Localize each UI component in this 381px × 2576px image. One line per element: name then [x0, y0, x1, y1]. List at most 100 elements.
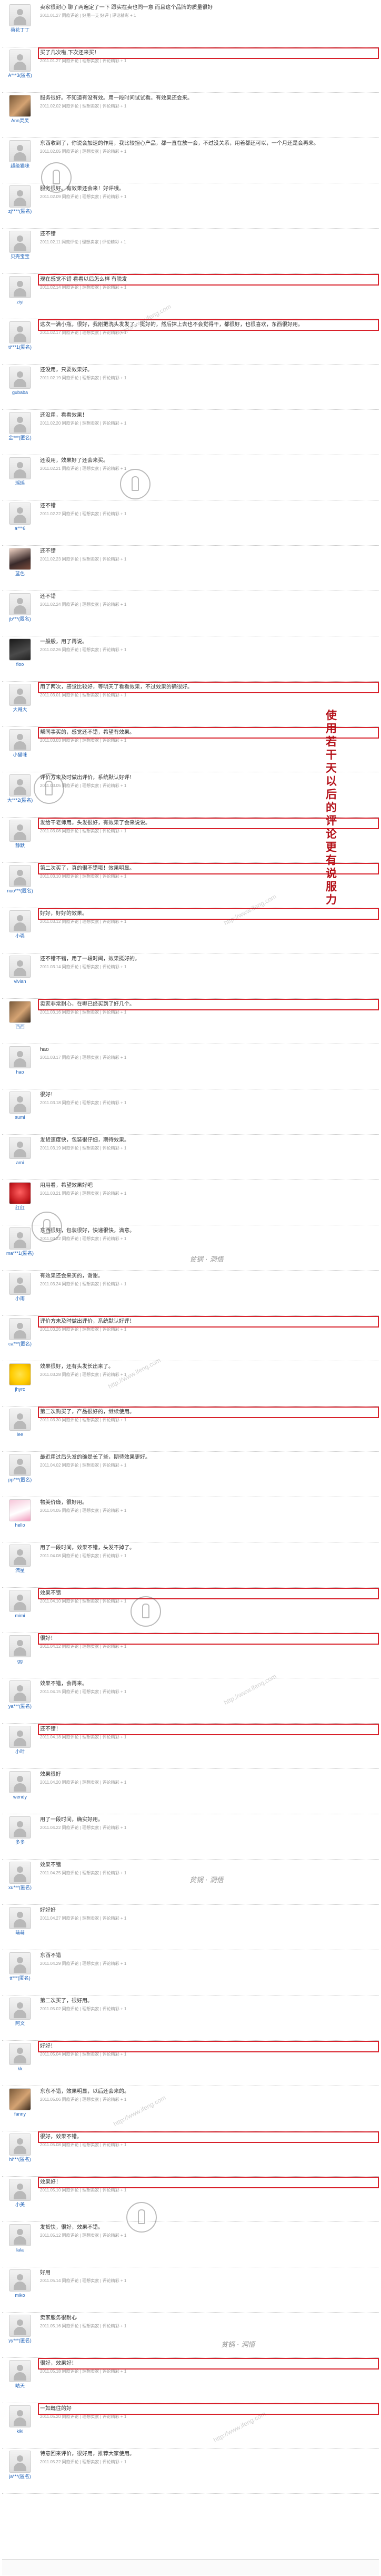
reviewer-name[interactable]: 静默 [3, 843, 37, 849]
avatar[interactable] [9, 1907, 31, 1929]
avatar[interactable] [9, 457, 31, 479]
reviewer-name[interactable]: hello [3, 1522, 37, 1528]
reviewer-name[interactable]: Ann灵灵 [3, 118, 37, 124]
reviewer-name[interactable]: lee [3, 1432, 37, 1438]
reviewer-name[interactable]: 小雨 [3, 1296, 37, 1302]
avatar[interactable] [9, 2043, 31, 2065]
reviewer-name[interactable]: A***3(匿名) [3, 73, 37, 78]
reviewer-name[interactable]: 晴天 [3, 2383, 37, 2389]
avatar[interactable] [9, 2179, 31, 2201]
avatar[interactable] [9, 2451, 31, 2473]
avatar[interactable] [9, 1137, 31, 1159]
avatar[interactable] [9, 1454, 31, 1476]
reviewer-name[interactable]: hao [3, 1069, 37, 1075]
reviewer-name[interactable]: ti***1(匿名) [3, 345, 37, 350]
avatar[interactable] [9, 231, 31, 253]
avatar[interactable] [9, 820, 31, 842]
reviewer-name[interactable]: 金***(匿名) [3, 435, 37, 441]
reviewer-name[interactable]: lala [3, 2247, 37, 2253]
avatar[interactable] [9, 2088, 31, 2110]
reviewer-name[interactable]: kk [3, 2066, 37, 2072]
avatar[interactable] [9, 774, 31, 797]
reviewer-name[interactable]: pp***(匿名) [3, 1477, 37, 1483]
avatar[interactable] [9, 1182, 31, 1204]
avatar[interactable] [9, 1273, 31, 1295]
reviewer-name[interactable]: 贝壳宝宝 [3, 254, 37, 260]
reviewer-name[interactable]: 流星 [3, 1568, 37, 1574]
avatar[interactable] [9, 1635, 31, 1657]
reviewer-name[interactable]: 西西 [3, 1024, 37, 1030]
avatar[interactable] [9, 2315, 31, 2337]
reviewer-name[interactable]: 小强 [3, 933, 37, 939]
reviewer-name[interactable]: zj****(匿名) [3, 209, 37, 214]
reviewer-name[interactable]: kiki [3, 2428, 37, 2434]
reviewer-name[interactable]: hi***(匿名) [3, 2157, 37, 2162]
avatar[interactable] [9, 503, 31, 525]
reviewer-name[interactable]: ziyi [3, 299, 37, 305]
avatar[interactable] [9, 2133, 31, 2156]
reviewer-name[interactable]: a***6 [3, 526, 37, 532]
avatar[interactable] [9, 2224, 31, 2246]
reviewer-name[interactable]: 荷花丁丁 [3, 27, 37, 33]
avatar[interactable] [9, 548, 31, 570]
reviewer-name[interactable]: fanny [3, 2111, 37, 2117]
reviewer-name[interactable]: jhyrc [3, 1387, 37, 1392]
avatar[interactable] [9, 2405, 31, 2427]
reviewer-name[interactable]: jb***(匿名) [3, 616, 37, 622]
avatar[interactable] [9, 1862, 31, 1884]
avatar[interactable] [9, 729, 31, 751]
reviewer-name[interactable]: xu***(匿名) [3, 1885, 37, 1891]
reviewer-name[interactable]: wendy [3, 1794, 37, 1800]
avatar[interactable] [9, 1046, 31, 1068]
reviewer-name[interactable]: ami [3, 1160, 37, 1166]
reviewer-name[interactable]: ya***(匿名) [3, 1704, 37, 1709]
reviewer-name[interactable]: floo [3, 662, 37, 667]
avatar[interactable] [9, 1771, 31, 1793]
avatar[interactable] [9, 95, 31, 117]
avatar[interactable] [9, 593, 31, 615]
avatar[interactable] [9, 276, 31, 298]
reviewer-name[interactable]: 大***2(匿名) [3, 798, 37, 803]
reviewer-name[interactable]: yy***(匿名) [3, 2338, 37, 2344]
reviewer-name[interactable]: ca***(匿名) [3, 1341, 37, 1347]
reviewer-name[interactable]: 红红 [3, 1205, 37, 1211]
reviewer-name[interactable]: 小美 [3, 2202, 37, 2208]
reviewer-name[interactable]: 萌萌 [3, 1930, 37, 1936]
reviewer-name[interactable]: 多多 [3, 1840, 37, 1845]
reviewer-name[interactable]: 小叶 [3, 1749, 37, 1755]
avatar[interactable] [9, 1409, 31, 1431]
avatar[interactable] [9, 1092, 31, 1114]
reviewer-name[interactable]: mimi [3, 1613, 37, 1619]
avatar[interactable] [9, 1545, 31, 1567]
reviewer-name[interactable]: miko [3, 2293, 37, 2298]
reviewer-name[interactable]: sumi [3, 1115, 37, 1120]
reviewer-name[interactable]: ja***(匿名) [3, 2474, 37, 2480]
avatar[interactable] [9, 367, 31, 389]
avatar[interactable] [9, 1318, 31, 1340]
avatar[interactable] [9, 1590, 31, 1612]
avatar[interactable] [9, 412, 31, 434]
reviewer-name[interactable]: 瑶瑶 [3, 480, 37, 486]
avatar[interactable] [9, 1001, 31, 1023]
avatar[interactable] [9, 50, 31, 72]
avatar[interactable] [9, 956, 31, 978]
avatar[interactable] [9, 2360, 31, 2382]
avatar[interactable] [9, 140, 31, 162]
avatar[interactable] [9, 4, 31, 26]
reviewer-name[interactable]: tt***(匿名) [3, 1975, 37, 1981]
avatar[interactable] [9, 1816, 31, 1838]
reviewer-name[interactable]: gg [3, 1658, 37, 1664]
reviewer-name[interactable]: 阿文 [3, 2021, 37, 2027]
reviewer-name[interactable]: gubaba [3, 390, 37, 396]
avatar[interactable] [9, 2269, 31, 2292]
reviewer-name[interactable]: 超级猫咪 [3, 163, 37, 169]
reviewer-name[interactable]: 蓝色 [3, 571, 37, 577]
avatar[interactable] [9, 185, 31, 208]
reviewer-name[interactable]: 小猫咪 [3, 752, 37, 758]
avatar[interactable] [9, 1726, 31, 1748]
reviewer-name[interactable]: ma***1(匿名) [3, 1251, 37, 1256]
avatar[interactable] [9, 684, 31, 706]
avatar[interactable] [9, 1998, 31, 2020]
reviewer-name[interactable]: nuo***(匿名) [3, 888, 37, 894]
reviewer-name[interactable]: vivian [3, 979, 37, 985]
